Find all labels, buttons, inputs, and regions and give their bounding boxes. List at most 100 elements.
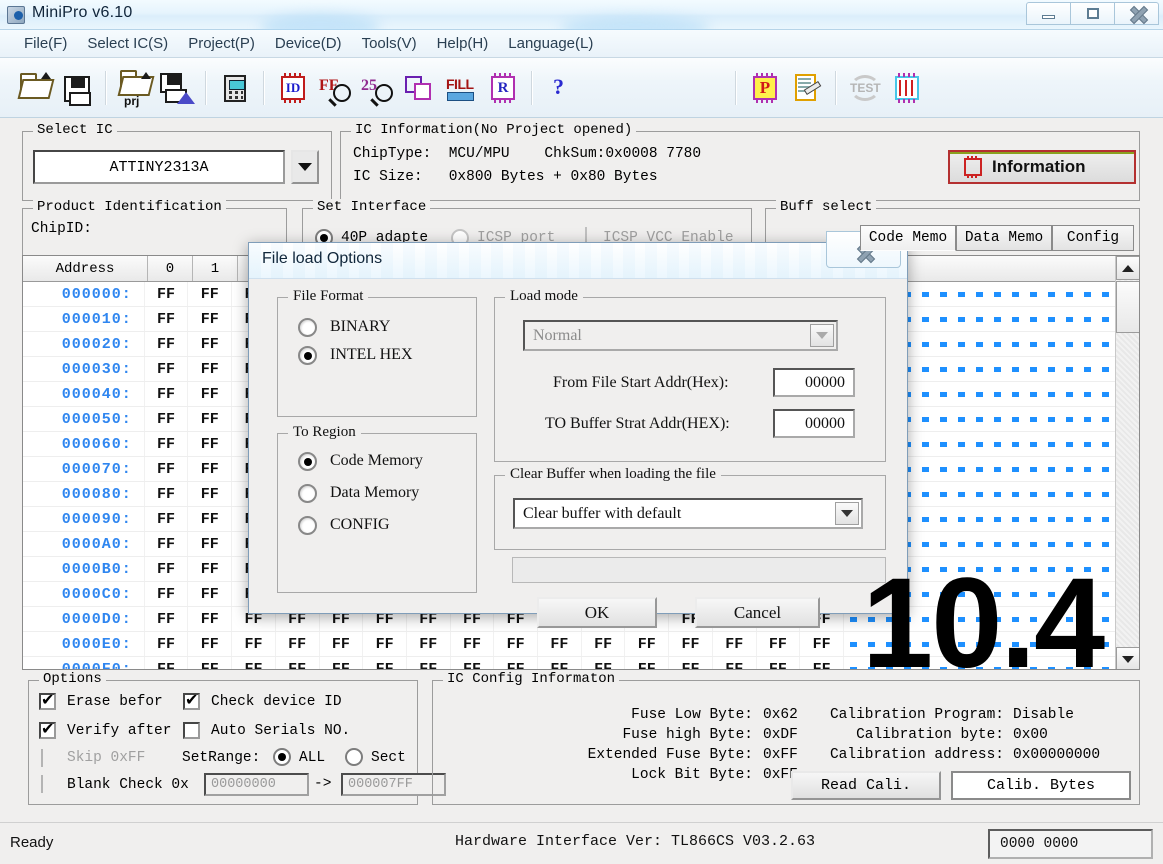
- hex-byte-cell[interactable]: FF: [407, 657, 451, 669]
- close-button[interactable]: [1114, 2, 1159, 25]
- radio-code-memory[interactable]: [298, 452, 317, 471]
- hex-byte-cell[interactable]: FF: [188, 482, 233, 506]
- hex-byte-cell[interactable]: FF: [188, 407, 233, 431]
- hex-byte-cell[interactable]: FF: [188, 607, 233, 631]
- checkbox-skip-ff[interactable]: [41, 749, 49, 767]
- hex-byte-cell[interactable]: FF: [713, 657, 757, 669]
- hex-byte-cell[interactable]: FF: [407, 632, 451, 656]
- find-25-button[interactable]: 25: [356, 66, 398, 110]
- hex-byte-cell[interactable]: FF: [145, 307, 189, 331]
- copy-block-button[interactable]: [398, 66, 440, 110]
- clear-buffer-dropdown-button[interactable]: [835, 502, 859, 525]
- checkbox-check-device-id[interactable]: [183, 690, 200, 710]
- checkbox-verify-after[interactable]: [39, 719, 56, 739]
- hex-byte-cell[interactable]: FF: [145, 507, 189, 531]
- pins-button[interactable]: [886, 66, 928, 110]
- scroll-down-button[interactable]: [1116, 647, 1139, 669]
- hex-byte-cell[interactable]: FF: [757, 657, 801, 669]
- calib-bytes-button[interactable]: Calib. Bytes: [951, 771, 1131, 800]
- hex-byte-cell[interactable]: FF: [800, 657, 844, 669]
- range-to-input[interactable]: 000007FF: [341, 773, 446, 796]
- hex-byte-cell[interactable]: FF: [145, 582, 189, 606]
- hex-byte-cell[interactable]: FF: [669, 632, 713, 656]
- radio-range-sect[interactable]: [345, 748, 363, 766]
- information-button[interactable]: Information: [948, 150, 1136, 184]
- hex-byte-cell[interactable]: FF: [188, 357, 233, 381]
- load-mode-combo[interactable]: Normal: [523, 320, 838, 351]
- hex-byte-cell[interactable]: FF: [145, 332, 189, 356]
- open-project-button[interactable]: prj: [114, 66, 156, 110]
- radio-data-memory[interactable]: [298, 484, 317, 503]
- radio-binary[interactable]: [298, 318, 317, 337]
- from-file-input[interactable]: 00000: [773, 368, 855, 397]
- minimize-button[interactable]: [1026, 2, 1071, 25]
- hex-byte-cell[interactable]: FF: [757, 632, 801, 656]
- hex-byte-cell[interactable]: FF: [145, 357, 189, 381]
- save-project-button[interactable]: [156, 66, 198, 110]
- menu-device[interactable]: Device(D): [265, 32, 352, 55]
- hex-byte-cell[interactable]: FF: [320, 657, 364, 669]
- checkbox-auto-serials[interactable]: [183, 722, 200, 739]
- hex-row[interactable]: 0000E0: FF FF FF FF FF FF FF FF FF FF FF FF FF FF FF FF: [23, 632, 1139, 657]
- hex-byte-cell[interactable]: FF: [188, 282, 233, 306]
- hex-byte-cell[interactable]: FF: [188, 582, 233, 606]
- hex-byte-cell[interactable]: FF: [451, 632, 495, 656]
- hex-byte-cell[interactable]: FF: [713, 632, 757, 656]
- cancel-button[interactable]: Cancel: [695, 597, 820, 628]
- device-id-button[interactable]: ID: [272, 66, 314, 110]
- hex-byte-cell[interactable]: FF: [625, 657, 670, 669]
- hex-byte-cell[interactable]: FF: [145, 607, 189, 631]
- menu-tools[interactable]: Tools(V): [352, 32, 427, 55]
- hex-byte-cell[interactable]: FF: [582, 632, 626, 656]
- calculator-button[interactable]: [214, 66, 256, 110]
- open-file-button[interactable]: [14, 66, 56, 110]
- hex-byte-cell[interactable]: FF: [363, 657, 407, 669]
- hex-byte-cell[interactable]: FF: [188, 507, 233, 531]
- radio-range-all[interactable]: [273, 748, 291, 766]
- hex-byte-cell[interactable]: FF: [494, 632, 539, 656]
- menu-select-ic[interactable]: Select IC(S): [77, 32, 178, 55]
- hex-byte-cell[interactable]: FF: [145, 282, 189, 306]
- to-buffer-input[interactable]: 00000: [773, 409, 855, 438]
- hex-byte-cell[interactable]: FF: [145, 407, 189, 431]
- hex-byte-cell[interactable]: FF: [625, 632, 670, 656]
- load-mode-dropdown-button[interactable]: [810, 324, 834, 347]
- hex-byte-cell[interactable]: FF: [145, 632, 189, 656]
- hex-byte-cell[interactable]: FF: [232, 632, 276, 656]
- read-cali-button[interactable]: Read Cali.: [791, 771, 941, 800]
- save-file-button[interactable]: [56, 66, 98, 110]
- hex-byte-cell[interactable]: FF: [188, 457, 233, 481]
- checkbox-blank-check[interactable]: [41, 775, 49, 793]
- hex-vertical-scrollbar[interactable]: [1115, 256, 1139, 669]
- tab-code-memo[interactable]: Code Memo: [860, 225, 956, 251]
- hex-byte-cell[interactable]: FF: [451, 657, 495, 669]
- hex-byte-cell[interactable]: FF: [276, 632, 320, 656]
- hex-byte-cell[interactable]: FF: [582, 657, 626, 669]
- radio-intel-hex[interactable]: [298, 346, 317, 365]
- hex-byte-cell[interactable]: FF: [145, 482, 189, 506]
- hex-byte-cell[interactable]: FF: [494, 657, 539, 669]
- radio-config[interactable]: [298, 516, 317, 535]
- hex-byte-cell[interactable]: FF: [188, 307, 233, 331]
- hex-byte-cell[interactable]: FF: [232, 657, 276, 669]
- hex-byte-cell[interactable]: FF: [538, 657, 582, 669]
- hex-byte-cell[interactable]: FF: [188, 432, 233, 456]
- hex-byte-cell[interactable]: FF: [320, 632, 364, 656]
- hex-byte-cell[interactable]: FF: [538, 632, 582, 656]
- help-button[interactable]: ?: [540, 66, 582, 110]
- menu-project[interactable]: Project(P): [178, 32, 265, 55]
- edit-button[interactable]: [786, 66, 828, 110]
- hex-byte-cell[interactable]: FF: [188, 657, 233, 669]
- hex-byte-cell[interactable]: FF: [188, 382, 233, 406]
- hex-byte-cell[interactable]: FF: [363, 632, 407, 656]
- menu-help[interactable]: Help(H): [427, 32, 499, 55]
- hex-byte-cell[interactable]: FF: [145, 657, 189, 669]
- menu-file[interactable]: File(F): [14, 32, 77, 55]
- hex-byte-cell[interactable]: FF: [188, 557, 233, 581]
- fill-buffer-button[interactable]: FILL: [440, 66, 482, 110]
- scroll-thumb[interactable]: [1116, 281, 1139, 333]
- test-button[interactable]: TEST: [844, 66, 886, 110]
- maximize-button[interactable]: [1070, 2, 1115, 25]
- tab-config[interactable]: Config: [1052, 225, 1134, 251]
- hex-byte-cell[interactable]: FF: [276, 657, 320, 669]
